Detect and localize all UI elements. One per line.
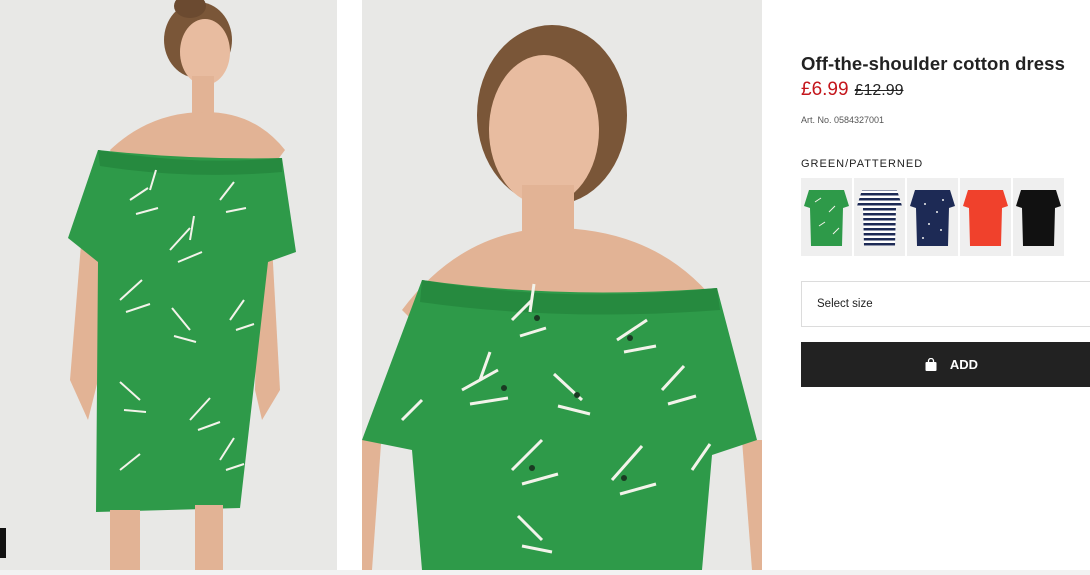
swatch-coral[interactable]	[960, 178, 1011, 256]
model-full-illustration	[0, 0, 337, 570]
add-to-bag-button[interactable]: ADD	[801, 342, 1090, 387]
dress-thumbnail-icon	[960, 178, 1011, 256]
product-image-full[interactable]	[0, 0, 337, 570]
shopping-bag-icon	[925, 357, 937, 371]
product-gallery	[0, 0, 762, 575]
selected-color-label: GREEN/PATTERNED	[801, 158, 924, 170]
product-info-panel: Off-the-shoulder cotton dress £6.99 £12.…	[801, 52, 1090, 387]
dress-thumbnail-icon	[801, 178, 852, 256]
page-bottom-divider	[0, 570, 1090, 575]
swatch-striped[interactable]	[854, 178, 905, 256]
dress-thumbnail-icon	[854, 178, 905, 256]
swatch-green-patterned[interactable]	[801, 178, 852, 256]
swatch-black[interactable]	[1013, 178, 1064, 256]
size-select[interactable]: Select size	[801, 281, 1090, 327]
model-closeup-illustration	[362, 0, 762, 570]
swatch-navy-dotted[interactable]	[907, 178, 958, 256]
product-image-closeup[interactable]	[362, 0, 762, 570]
price-row: £6.99 £12.99	[801, 79, 1090, 103]
original-price: £12.99	[854, 82, 904, 99]
dress-thumbnail-icon	[907, 178, 958, 256]
article-number: Art. No. 0584327001	[801, 115, 885, 125]
product-title: Off-the-shoulder cotton dress	[801, 53, 1065, 74]
add-button-label: ADD	[949, 357, 979, 372]
sale-price: £6.99	[801, 79, 849, 100]
color-swatches	[801, 178, 1090, 256]
dress-thumbnail-icon	[1013, 178, 1064, 256]
gallery-scroll-marker	[0, 528, 6, 558]
